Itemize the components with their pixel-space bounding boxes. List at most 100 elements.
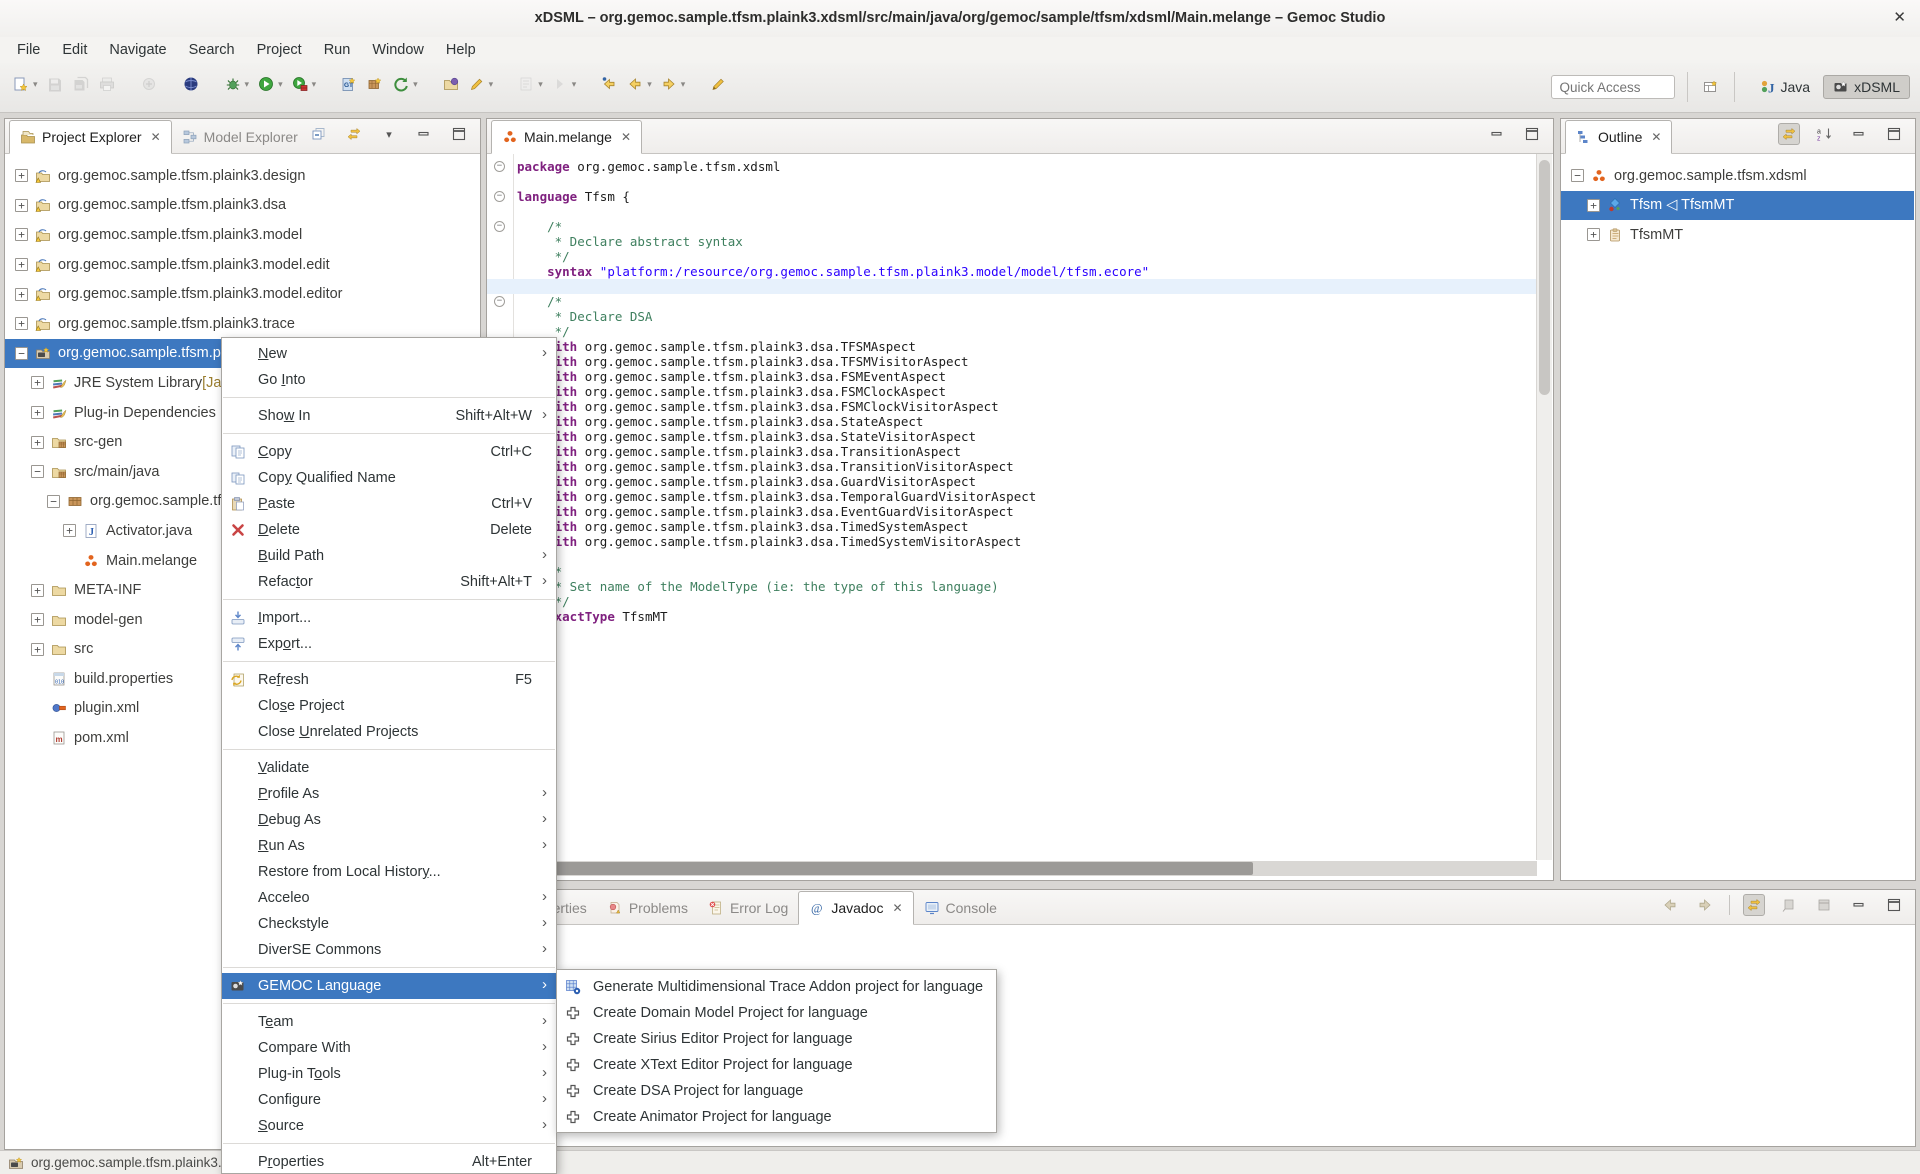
collapse-icon[interactable]: −: [47, 495, 60, 508]
tab-close-icon[interactable]: ✕: [892, 901, 902, 915]
menu-item-plug-in-tools[interactable]: Plug-in Tools›: [222, 1061, 556, 1087]
tab-close-icon[interactable]: ✕: [151, 130, 161, 144]
maximize-button[interactable]: [1883, 123, 1905, 145]
link-editor-button[interactable]: [1778, 123, 1800, 145]
back-to-last-edit-button[interactable]: [596, 71, 622, 97]
fold-collapse-icon[interactable]: −: [494, 221, 505, 232]
vertical-scrollbar-thumb[interactable]: [1539, 160, 1550, 395]
dropdown-chevron-icon[interactable]: ▾: [33, 79, 38, 90]
new-wizard-button[interactable]: [8, 71, 34, 97]
perspective-xdsml-button[interactable]: xDSML: [1823, 75, 1910, 99]
submenu-item-create-animator-project-for-language[interactable]: Create Animator Project for language: [557, 1104, 996, 1130]
browser-globe-button[interactable]: [178, 71, 204, 97]
tab-close-icon[interactable]: ✕: [1651, 130, 1661, 144]
expand-icon[interactable]: +: [1587, 228, 1600, 241]
menu-item-copy-qualified-name[interactable]: Copy Qualified Name: [222, 465, 556, 491]
next-annotation-button[interactable]: [547, 71, 573, 97]
expand-icon[interactable]: +: [15, 228, 28, 241]
menu-item-team[interactable]: Team›: [222, 1009, 556, 1035]
mark-occurrences-button[interactable]: [513, 71, 539, 97]
project-item-org-gemoc-sample-tfsm-plaink3-design[interactable]: +org.gemoc.sample.tfsm.plaink3.design: [5, 161, 479, 191]
print-button[interactable]: [94, 71, 120, 97]
menu-item-refresh[interactable]: RefreshF5: [222, 667, 556, 693]
dropdown-chevron-icon[interactable]: ▾: [647, 79, 652, 90]
annotate-button[interactable]: [464, 71, 490, 97]
editor-code-area[interactable]: −package org.gemoc.sample.tfsm.xdsml−lan…: [487, 154, 1537, 860]
expand-icon[interactable]: +: [31, 376, 44, 389]
external-tools-button[interactable]: [136, 71, 162, 97]
bottom-tab-javadoc[interactable]: @Javadoc✕: [798, 891, 913, 925]
collapse-icon[interactable]: −: [1571, 169, 1584, 182]
expand-icon[interactable]: +: [31, 584, 44, 597]
quick-access-input[interactable]: [1551, 75, 1675, 99]
perspective-java-button[interactable]: JJava: [1751, 76, 1820, 98]
sort-button[interactable]: az: [1813, 123, 1835, 145]
menu-item-debug-as[interactable]: Debug As›: [222, 807, 556, 833]
expand-icon[interactable]: +: [63, 524, 76, 537]
window-close-icon[interactable]: ✕: [1893, 8, 1906, 26]
bottom-tab-problems[interactable]: Problems: [597, 891, 698, 924]
minimize-button[interactable]: [1486, 123, 1508, 145]
expand-icon[interactable]: +: [15, 169, 28, 182]
horizontal-scrollbar-thumb[interactable]: [488, 862, 1253, 875]
bottom-tab-console[interactable]: Console: [914, 891, 1007, 924]
menu-search[interactable]: Search: [178, 42, 246, 58]
new-gemoc-project-button[interactable]: GT: [336, 71, 362, 97]
menu-file[interactable]: File: [6, 42, 51, 58]
project-item-org-gemoc-sample-tfsm-plaink3-model-edit[interactable]: +org.gemoc.sample.tfsm.plaink3.model.edi…: [5, 250, 479, 280]
fold-collapse-icon[interactable]: −: [494, 161, 505, 172]
collapse-icon[interactable]: −: [15, 347, 28, 360]
menu-item-close-unrelated-projects[interactable]: Close Unrelated Projects: [222, 719, 556, 745]
submenu-item-create-xtext-editor-project-for-language[interactable]: Create XText Editor Project for language: [557, 1052, 996, 1078]
menu-item-restore-from-local-history[interactable]: Restore from Local History...: [222, 859, 556, 885]
run-button[interactable]: [253, 71, 279, 97]
menu-edit[interactable]: Edit: [51, 42, 98, 58]
menu-project[interactable]: Project: [246, 42, 313, 58]
editor-vertical-scrollbar[interactable]: [1536, 154, 1552, 860]
dropdown-chevron-icon[interactable]: ▾: [245, 79, 250, 90]
menu-item-go-into[interactable]: Go Into: [222, 367, 556, 393]
menu-item-acceleo[interactable]: Acceleo›: [222, 885, 556, 911]
link-editor-button[interactable]: [1743, 894, 1765, 916]
save-all-button[interactable]: [68, 71, 94, 97]
submenu-item-create-domain-model-project-for-language[interactable]: Create Domain Model Project for language: [557, 1000, 996, 1026]
debug-button[interactable]: [220, 71, 246, 97]
link-editor-button[interactable]: [343, 123, 365, 145]
dropdown-chevron-icon[interactable]: ▾: [413, 79, 418, 90]
run-external-button[interactable]: [287, 71, 313, 97]
expand-icon[interactable]: +: [31, 643, 44, 656]
open-perspective-button[interactable]: [1700, 76, 1722, 98]
menu-item-paste[interactable]: PasteCtrl+V: [222, 491, 556, 517]
menu-item-export[interactable]: Export...: [222, 631, 556, 657]
back-button[interactable]: [622, 71, 648, 97]
expand-icon[interactable]: +: [15, 258, 28, 271]
expand-icon[interactable]: +: [31, 406, 44, 419]
menu-item-new[interactable]: New›: [222, 341, 556, 367]
menu-item-build-path[interactable]: Build Path›: [222, 543, 556, 569]
menu-item-source[interactable]: Source›: [222, 1113, 556, 1139]
outline-item-tfsmmt[interactable]: +TfsmMT: [1561, 220, 1914, 250]
view-menu-button[interactable]: ▾: [378, 123, 400, 145]
menu-item-close-project[interactable]: Close Project: [222, 693, 556, 719]
editor-horizontal-scrollbar[interactable]: [488, 861, 1537, 876]
menu-window[interactable]: Window: [361, 42, 435, 58]
fold-collapse-icon[interactable]: −: [494, 191, 505, 202]
menu-item-profile-as[interactable]: Profile As›: [222, 781, 556, 807]
menu-help[interactable]: Help: [435, 42, 487, 58]
menu-item-gemoc-language[interactable]: GEMOC Language›: [222, 973, 556, 999]
menu-item-copy[interactable]: CopyCtrl+C: [222, 439, 556, 465]
dropdown-chevron-icon[interactable]: ▾: [681, 79, 686, 90]
menu-item-checkstyle[interactable]: Checkstyle›: [222, 911, 556, 937]
menu-navigate[interactable]: Navigate: [98, 42, 177, 58]
menu-item-compare-with[interactable]: Compare With›: [222, 1035, 556, 1061]
minimize-button[interactable]: [413, 123, 435, 145]
project-item-org-gemoc-sample-tfsm-plaink3-trace[interactable]: +org.gemoc.sample.tfsm.plaink3.trace: [5, 309, 479, 339]
refresh-language-button[interactable]: [388, 71, 414, 97]
editor-tab-main-melange[interactable]: Main.melange✕: [491, 120, 642, 154]
pin-disabled-button[interactable]: [1778, 894, 1800, 916]
minimize-button[interactable]: [1848, 123, 1870, 145]
tab-close-icon[interactable]: ✕: [621, 130, 631, 144]
menu-item-properties[interactable]: PropertiesAlt+Enter: [222, 1149, 556, 1174]
forward-button[interactable]: [656, 71, 682, 97]
dropdown-chevron-icon[interactable]: ▾: [489, 79, 494, 90]
